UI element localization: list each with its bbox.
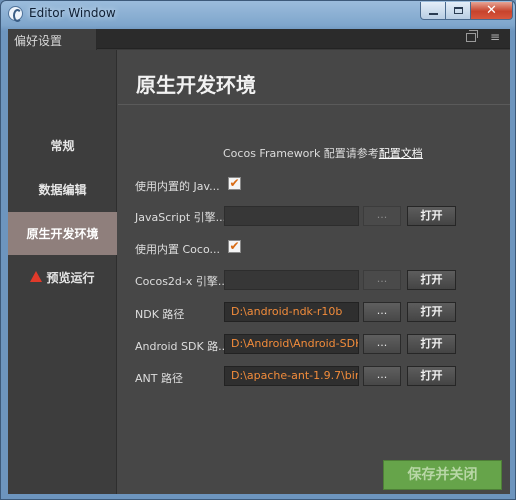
title-bar[interactable]: Editor Window ✕ (1, 1, 515, 27)
close-icon: ✕ (486, 3, 497, 18)
row-label-android-sdk: Android SDK 路... (135, 340, 229, 353)
settings-content: 原生开发环境 Cocos Framework 配置请参考配置文档 使用内置的 J… (118, 50, 510, 494)
window-title: Editor Window (29, 6, 116, 20)
sidebar-item-preview-run[interactable]: 预览运行 (8, 256, 117, 299)
ndk-browse-button[interactable]: ... (363, 302, 401, 322)
js-engine-browse-button[interactable]: ... (363, 206, 401, 226)
popout-icon[interactable] (466, 30, 478, 42)
row-label-js-engine: JavaScript 引擎... (135, 211, 227, 224)
sidebar: 常规 数据编辑 原生开发环境 预览运行 (8, 50, 117, 494)
builtin-cocos-checkbox[interactable]: ✔ (228, 240, 241, 253)
sidebar-item-label: 常规 (50, 139, 75, 153)
warning-icon (30, 271, 43, 282)
window-frame: Editor Window ✕ 偏好设置 ≡ 常规 数据编辑 原生开发环境 预览… (0, 0, 516, 500)
sidebar-item-label: 原生开发环境 (26, 227, 99, 241)
menu-icon[interactable]: ≡ (490, 31, 501, 43)
sidebar-item-native-env[interactable]: 原生开发环境 (8, 212, 117, 255)
doc-reference: Cocos Framework 配置请参考配置文档 (223, 145, 423, 161)
close-button[interactable]: ✕ (470, 2, 513, 20)
doc-link[interactable]: 配置文档 (379, 147, 423, 160)
client-area: 偏好设置 ≡ 常规 数据编辑 原生开发环境 预览运行 原生开发环境 Cocos … (8, 29, 510, 494)
android-sdk-open-button[interactable]: 打开 (407, 334, 456, 354)
sidebar-item-label: 预览运行 (46, 271, 95, 285)
sidebar-item-data-editing[interactable]: 数据编辑 (8, 168, 117, 211)
builtin-js-checkbox[interactable]: ✔ (228, 177, 241, 190)
sidebar-item-label: 数据编辑 (38, 183, 87, 197)
tab-preferences[interactable]: 偏好设置 (8, 29, 97, 50)
save-and-close-button[interactable]: 保存并关闭 (383, 460, 502, 490)
android-sdk-path-field[interactable]: D:\Android\Android-SDK (224, 334, 359, 354)
ndk-open-button[interactable]: 打开 (407, 302, 456, 322)
maximize-icon (453, 7, 463, 14)
ant-browse-button[interactable]: ... (363, 366, 401, 386)
preferences-panel: 常规 数据编辑 原生开发环境 预览运行 原生开发环境 Cocos Framewo… (8, 50, 510, 494)
doc-prefix: Cocos Framework 配置请参考 (223, 147, 379, 160)
ant-path-field[interactable]: D:\apache-ant-1.9.7\bin (224, 366, 359, 386)
cocos2dx-engine-open-button[interactable]: 打开 (407, 270, 456, 290)
row-label-ant: ANT 路径 (135, 372, 183, 385)
tab-bar: 偏好设置 ≡ (8, 29, 510, 50)
minimize-button[interactable] (420, 2, 446, 20)
row-label-builtin-cocos: 使用内置 Coco... (135, 243, 220, 256)
app-icon (8, 6, 23, 22)
ndk-path-field[interactable]: D:\android-ndk-r10b (224, 302, 359, 322)
row-label-builtin-js: 使用内置的 Jav... (135, 180, 220, 193)
js-engine-open-button[interactable]: 打开 (407, 206, 456, 226)
cocos2dx-engine-browse-button[interactable]: ... (363, 270, 401, 290)
js-engine-path-field[interactable] (224, 206, 359, 226)
page-title: 原生开发环境 (136, 73, 256, 97)
row-label-cocos2dx-engine: Cocos2d-x 引擎... (135, 275, 229, 288)
sidebar-item-general[interactable]: 常规 (8, 124, 117, 167)
divider (118, 104, 510, 105)
cocos2dx-engine-path-field[interactable] (224, 270, 359, 290)
minimize-icon (428, 12, 438, 15)
tab-label: 偏好设置 (14, 34, 63, 48)
android-sdk-browse-button[interactable]: ... (363, 334, 401, 354)
maximize-button[interactable] (445, 2, 471, 20)
ant-open-button[interactable]: 打开 (407, 366, 456, 386)
row-label-ndk: NDK 路径 (135, 308, 185, 321)
